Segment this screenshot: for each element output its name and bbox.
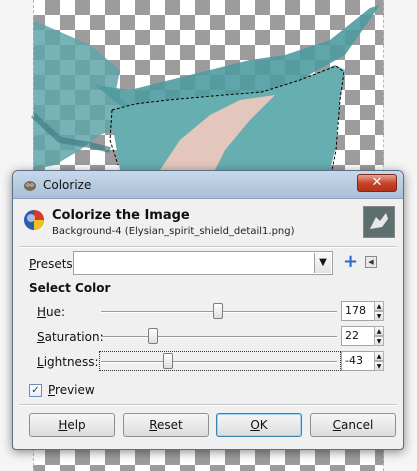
window-title: Colorize: [43, 178, 92, 192]
ok-button[interactable]: OK: [216, 413, 302, 437]
presets-label: Presets:: [29, 257, 77, 271]
colorize-dialog: Colorize ✕ Colorize the Image Background…: [12, 170, 404, 450]
dialog-header: Colorize the Image Background-4 (Elysian…: [19, 204, 397, 244]
saturation-slider[interactable]: [101, 336, 337, 338]
help-button[interactable]: Help: [29, 413, 115, 437]
hue-slider-handle[interactable]: [212, 303, 223, 319]
presets-combo[interactable]: ▼: [73, 251, 333, 275]
image-thumbnail: [363, 206, 395, 238]
lightness-slider-handle[interactable]: [163, 353, 174, 369]
close-icon: ✕: [371, 175, 383, 190]
cancel-button[interactable]: Cancel: [310, 413, 396, 437]
preview-checkbox[interactable]: ✓: [29, 384, 42, 397]
header-separator: [19, 246, 397, 248]
lightness-slider[interactable]: [101, 361, 337, 363]
dialog-subheading: Background-4 (Elysian_spirit_shield_deta…: [52, 226, 295, 237]
chevron-up-icon: ▲: [374, 351, 384, 361]
gimp-icon: [24, 181, 36, 191]
plus-icon[interactable]: +: [343, 253, 358, 271]
menu-icon[interactable]: ◀: [365, 256, 377, 268]
chevron-down-icon: ▼: [374, 336, 384, 346]
button-separator: [19, 404, 397, 406]
chevron-up-icon: ▲: [374, 301, 384, 311]
chevron-down-icon: ▼: [374, 311, 384, 321]
chevron-down-icon[interactable]: ▼: [314, 253, 331, 273]
chevron-up-icon: ▲: [374, 326, 384, 336]
preview-label[interactable]: Preview: [48, 383, 95, 397]
reset-button[interactable]: Reset: [123, 413, 209, 437]
hue-stepper[interactable]: ▲ ▼: [374, 301, 384, 321]
close-button[interactable]: ✕: [357, 174, 397, 192]
titlebar[interactable]: Colorize ✕: [13, 171, 403, 199]
hue-label: Hue:: [37, 305, 66, 319]
select-color-heading: Select Color: [29, 281, 111, 295]
dialog-heading: Colorize the Image: [52, 208, 190, 223]
saturation-slider-handle[interactable]: [147, 328, 158, 344]
colorize-icon: [24, 210, 44, 230]
lightness-stepper[interactable]: ▲ ▼: [374, 351, 384, 371]
saturation-stepper[interactable]: ▲ ▼: [374, 326, 384, 346]
lightness-label: Lightness:: [37, 355, 99, 369]
saturation-label: Saturation:: [37, 330, 104, 344]
chevron-down-icon: ▼: [374, 361, 384, 371]
check-icon: ✓: [31, 385, 40, 396]
